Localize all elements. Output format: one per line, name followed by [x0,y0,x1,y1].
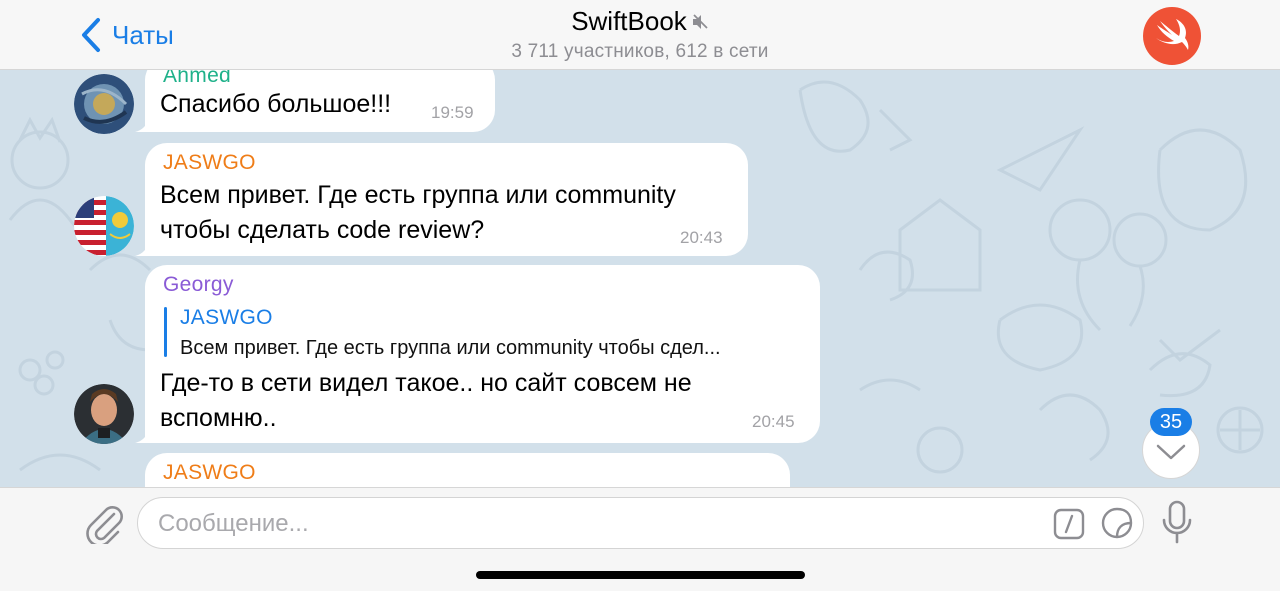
message-text: Спасибо большое!!! [160,90,392,118]
home-indicator [476,571,805,579]
chevron-down-icon [1156,444,1186,460]
command-icon[interactable] [1053,508,1085,540]
unread-count-badge: 35 [1150,408,1192,436]
channel-avatar[interactable] [1143,7,1201,65]
message-bubble[interactable]: Georgy JASWGO Всем привет. Где есть груп… [145,265,820,443]
chat-header: Чаты SwiftBook 3 711 участников, 612 в с… [0,0,1280,70]
avatar-georgy[interactable] [74,384,134,444]
reply-sender[interactable]: JASWGO [180,306,273,330]
message-time: 19:59 [431,103,474,122]
reply-text[interactable]: Всем привет. Где есть группа или communi… [180,337,721,360]
message-bubble[interactable]: Ahmed Спасибо большое!!! 19:59 [145,70,495,132]
bubble-tail [135,236,151,256]
paperclip-icon[interactable] [84,502,124,544]
message-sender: Georgy [163,273,234,296]
chat-title-text: SwiftBook [571,6,687,36]
message-bubble[interactable]: JASWGO Всем привет. Где есть группа или … [145,143,748,256]
message-time: 20:43 [680,228,723,247]
message-text-line: вспомню.. [160,404,277,432]
message-sender: JASWGO [163,461,256,484]
back-chevron-icon [82,18,100,52]
reply-quote-bar [164,307,167,357]
composer-bar [0,487,1280,591]
back-label: Чаты [112,19,174,50]
back-button[interactable]: Чаты [80,16,174,54]
avatar-jaswgo[interactable] [74,196,134,256]
chat-title: SwiftBook [571,6,709,37]
mute-icon [692,13,708,29]
bubble-tail [135,423,151,443]
message-time: 20:45 [752,412,795,431]
message-bubble[interactable]: JASWGO [145,453,790,487]
message-sender: JASWGO [163,151,256,174]
bubble-tail [135,112,151,132]
sticker-icon[interactable] [1100,506,1134,540]
message-input-field[interactable] [137,497,1144,549]
message-text-line: Где-то в сети видел такое.. но сайт совс… [160,369,692,397]
avatar-ahmed[interactable] [74,74,134,134]
chat-title-area[interactable]: SwiftBook 3 711 участников, 612 в сети [440,6,840,63]
message-text-line: Всем привет. Где есть группа или communi… [160,181,676,209]
message-input[interactable] [158,506,1038,542]
chat-area[interactable]: Ahmed Спасибо большое!!! 19:59 JASWGO Вс… [0,70,1280,487]
chat-subtitle: 3 711 участников, 612 в сети [511,41,769,62]
microphone-icon[interactable] [1160,500,1194,546]
message-text-line: чтобы сделать code review? [160,216,485,244]
swift-logo-icon [1156,19,1189,50]
